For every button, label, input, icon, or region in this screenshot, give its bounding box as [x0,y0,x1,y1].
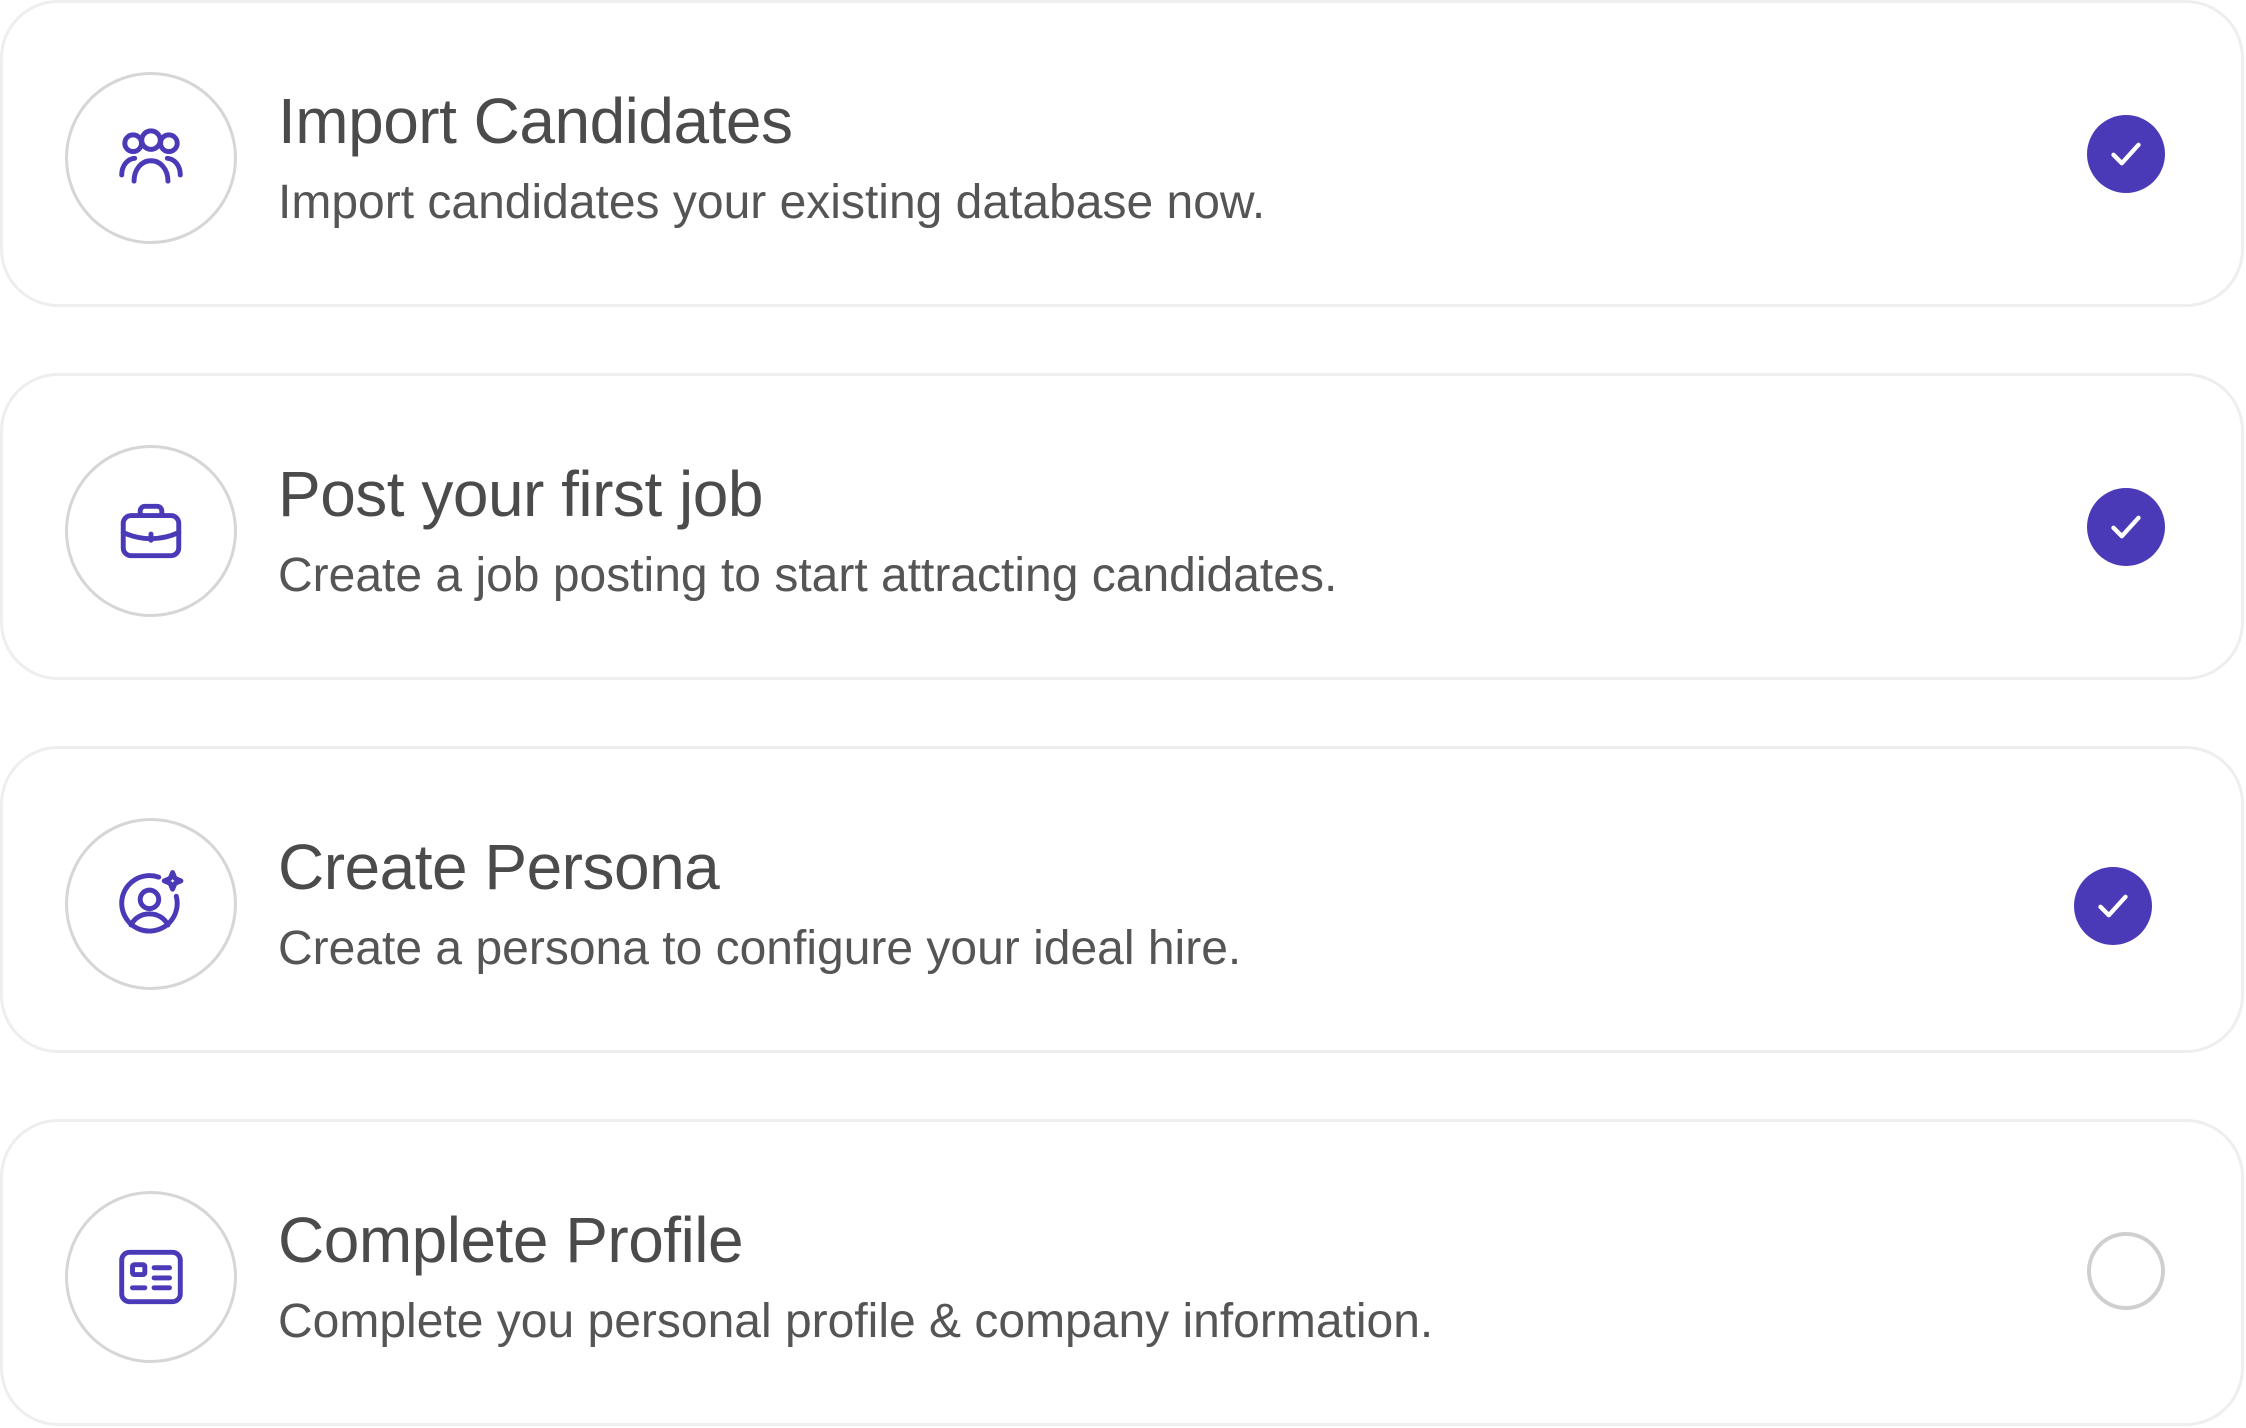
step-card-complete-profile[interactable]: Complete Profile Complete you personal p… [0,1119,2244,1426]
step-card-import-candidates[interactable]: Import Candidates Import candidates your… [0,0,2244,307]
checkmark-icon [2098,894,2128,918]
briefcase-icon [120,503,182,559]
step-icon-container [65,445,237,617]
step-title: Import Candidates [278,85,793,157]
checkmark-icon [2111,515,2141,539]
step-title: Create Persona [278,831,720,903]
checkmark-icon [2111,142,2141,166]
step-icon-container [65,818,237,990]
step-status-checked[interactable] [2087,115,2165,193]
users-group-icon [119,128,183,184]
step-status-checked[interactable] [2074,867,2152,945]
step-description: Create a persona to configure your ideal… [278,922,1242,975]
user-sparkle-icon [119,870,184,934]
step-description: Complete you personal profile & company … [278,1295,1434,1348]
step-title: Post your first job [278,458,763,530]
step-title: Complete Profile [278,1204,744,1276]
step-description: Create a job posting to start attracting… [278,549,1338,602]
step-description: Import candidates your existing database… [278,176,1266,229]
step-status-checked[interactable] [2087,488,2165,566]
step-icon-container [65,1191,237,1363]
step-icon-container [65,72,237,244]
id-card-icon [119,1249,183,1305]
step-status-unchecked[interactable] [2087,1232,2165,1310]
step-card-create-persona[interactable]: Create Persona Create a persona to confi… [0,746,2244,1053]
step-card-post-first-job[interactable]: Post your first job Create a job posting… [0,373,2244,680]
